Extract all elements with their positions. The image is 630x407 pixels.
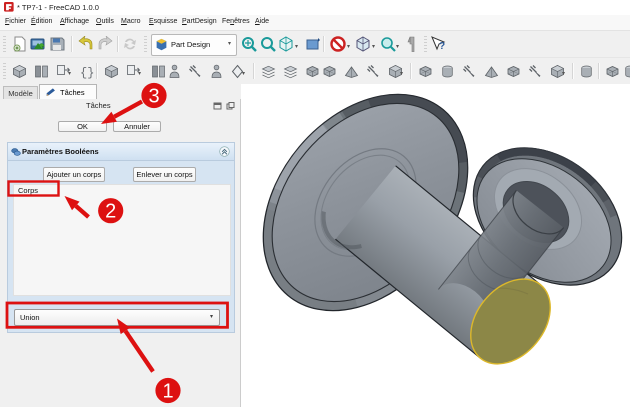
svg-text:?: ?: [439, 41, 445, 52]
svg-text:{}: {}: [80, 66, 94, 80]
